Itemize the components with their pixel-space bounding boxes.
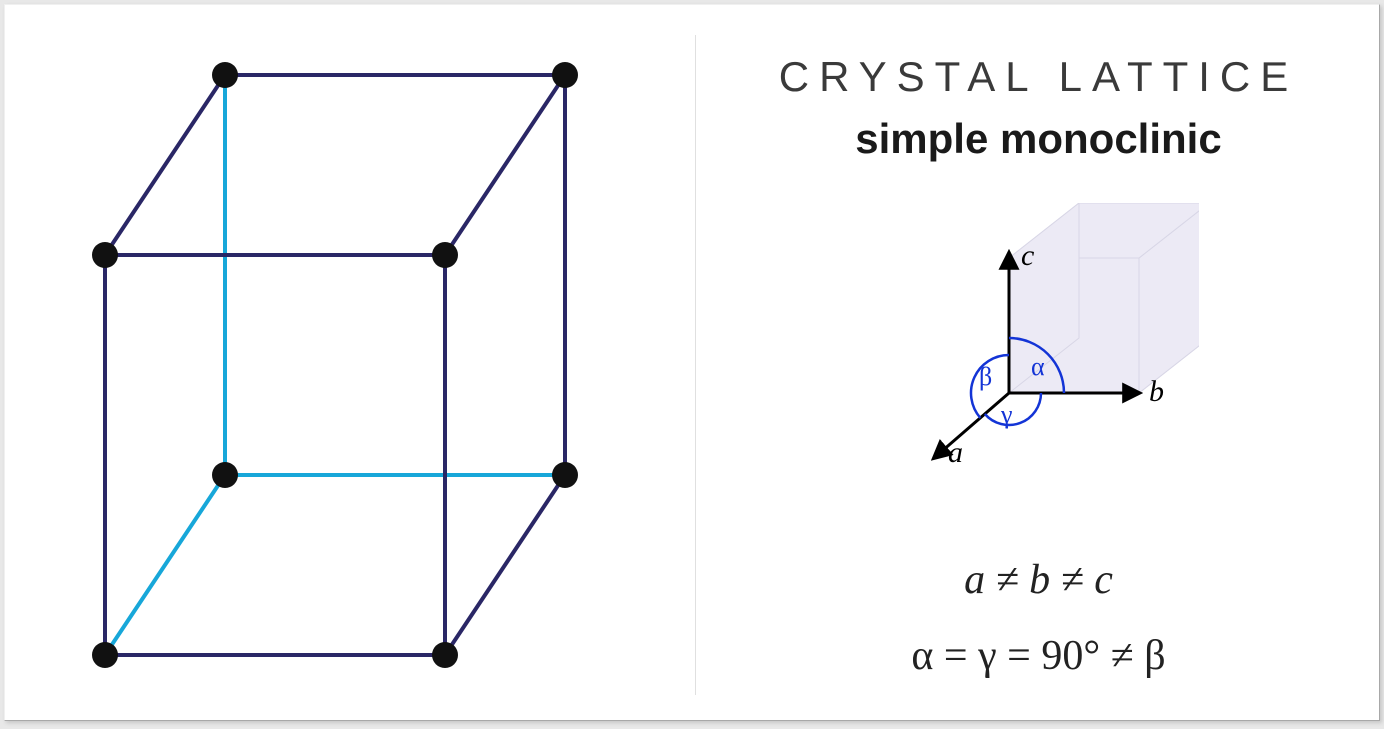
angle-label-gamma: γ <box>1000 400 1013 429</box>
edge-relation: a ≠ b ≠ c <box>696 543 1381 619</box>
axes-svg: c b a α βγ <box>879 203 1199 503</box>
lattice-vertex <box>212 462 238 488</box>
lattice-pane <box>5 5 695 722</box>
lattice-vertex <box>92 242 118 268</box>
diagram-card: CRYSTAL LATTICE simple monoclinic c b a α βγ… <box>4 4 1380 721</box>
angle-relation: α = γ = 90° ≠ β <box>696 619 1381 695</box>
lattice-edge-front <box>445 475 565 655</box>
info-pane: CRYSTAL LATTICE simple monoclinic c b a α βγ… <box>696 5 1381 722</box>
lattice-vertex <box>92 642 118 668</box>
lattice-vertex <box>432 642 458 668</box>
lattice-svg <box>5 5 695 722</box>
lattice-edge-front <box>105 75 225 255</box>
axes-diagram-wrap: c b a α βγ <box>696 203 1381 503</box>
lattice-edge-front <box>445 75 565 255</box>
lattice-vertex <box>552 62 578 88</box>
lattice-vertex <box>212 62 238 88</box>
axis-label-a: a <box>948 436 963 469</box>
angle-label-alpha: α <box>1031 352 1045 381</box>
relations: a ≠ b ≠ c α = γ = 90° ≠ β <box>696 543 1381 694</box>
lattice-vertex <box>432 242 458 268</box>
lattice-vertex <box>552 462 578 488</box>
angle-label-beta: β <box>979 362 992 391</box>
lattice-edge-back <box>105 475 225 655</box>
axis-label-c: c <box>1021 239 1034 272</box>
angle-arc <box>984 393 1040 425</box>
title-line1: CRYSTAL LATTICE <box>696 53 1381 101</box>
axis-label-b: b <box>1149 375 1164 408</box>
title-line2: simple monoclinic <box>696 115 1381 163</box>
